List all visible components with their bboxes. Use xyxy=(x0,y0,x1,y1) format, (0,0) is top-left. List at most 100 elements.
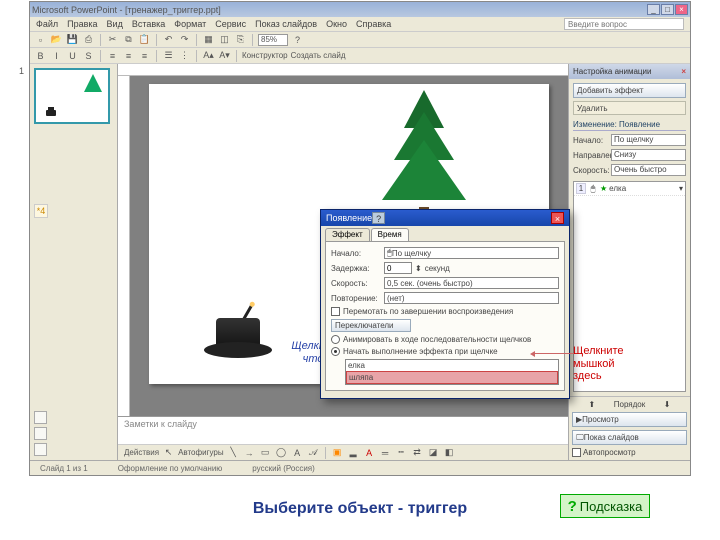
textbox-icon[interactable]: A xyxy=(291,446,304,459)
align-center-icon[interactable]: ≡ xyxy=(122,49,135,62)
font-color-icon[interactable]: A xyxy=(363,446,376,459)
oval-icon[interactable]: ◯ xyxy=(275,446,288,459)
slideshow-view-icon[interactable] xyxy=(34,443,47,456)
status-template: Оформление по умолчанию xyxy=(118,464,223,473)
start-select[interactable]: По щелчку xyxy=(611,134,686,146)
arrow-style-icon[interactable]: ⇄ xyxy=(411,446,424,459)
copy-icon[interactable]: ⧉ xyxy=(122,33,135,46)
maximize-button[interactable]: □ xyxy=(661,4,674,15)
autoshapes-menu[interactable]: Автофигуры xyxy=(178,448,224,457)
new-slide-button[interactable]: Создать слайд xyxy=(291,51,346,60)
remove-effect-button[interactable]: Удалить xyxy=(573,101,686,115)
align-left-icon[interactable]: ≡ xyxy=(106,49,119,62)
tab-effect[interactable]: Эффект xyxy=(325,228,370,241)
trigger-option-selected[interactable]: шляпа xyxy=(346,371,558,384)
rect-icon[interactable]: ▭ xyxy=(259,446,272,459)
decrease-font-icon[interactable]: A▾ xyxy=(218,49,231,62)
help-search-input[interactable] xyxy=(564,18,684,30)
mouse-icon: 🖱 xyxy=(588,184,598,194)
speed-select[interactable]: Очень быстро xyxy=(611,164,686,176)
dlg-delay-input[interactable] xyxy=(384,262,412,274)
print-icon[interactable]: ⎙ xyxy=(82,33,95,46)
select-icon[interactable]: ↖ xyxy=(162,446,175,459)
underline-icon[interactable]: U xyxy=(66,49,79,62)
sorter-view-icon[interactable] xyxy=(34,427,47,440)
slideshow-button[interactable]: 🖵 Показ слайдов xyxy=(572,430,687,445)
rewind-checkbox[interactable] xyxy=(331,307,340,316)
hat-icon xyxy=(46,110,56,116)
arrow-icon[interactable]: → xyxy=(243,446,256,459)
menu-insert[interactable]: Вставка xyxy=(132,19,165,29)
help-icon[interactable]: ? xyxy=(291,33,304,46)
add-effect-button[interactable]: Добавить эффект xyxy=(573,83,686,98)
3d-style-icon[interactable]: ◧ xyxy=(443,446,456,459)
save-icon[interactable]: 💾 xyxy=(66,33,79,46)
trigger-object-list[interactable]: елка шляпа Фигура 3: Щелкните мышкой... xyxy=(345,359,559,385)
trigger-option[interactable]: елка xyxy=(346,360,558,371)
hyperlink-icon[interactable]: ⎘ xyxy=(234,33,247,46)
zoom-combo[interactable]: 85% xyxy=(258,34,288,46)
dlg-speed-select[interactable]: 0,5 сек. (очень быстро) xyxy=(384,277,559,289)
minimize-button[interactable]: _ xyxy=(647,4,660,15)
play-button[interactable]: ▶ Просмотр xyxy=(572,412,687,427)
align-right-icon[interactable]: ≡ xyxy=(138,49,151,62)
animation-indicator[interactable]: *4 xyxy=(34,204,48,218)
triggers-button[interactable]: Переключатели xyxy=(331,319,411,332)
wordart-icon[interactable]: 𝒜 xyxy=(307,446,320,459)
ruler-vertical xyxy=(118,76,130,416)
line-icon[interactable]: ╲ xyxy=(227,446,240,459)
line-color-icon[interactable]: ▂ xyxy=(347,446,360,459)
radio-sequence[interactable] xyxy=(331,335,340,344)
shadow-icon[interactable]: S xyxy=(82,49,95,62)
direction-select[interactable]: Снизу xyxy=(611,149,686,161)
tree-object[interactable] xyxy=(374,90,474,225)
menu-slideshow[interactable]: Показ слайдов xyxy=(255,19,317,29)
close-button[interactable]: × xyxy=(675,4,688,15)
status-bar: Слайд 1 из 1 Оформление по умолчанию рус… xyxy=(30,460,690,475)
dlg-start-select[interactable]: 🖱 По щелчку xyxy=(384,247,559,259)
increase-font-icon[interactable]: A▴ xyxy=(202,49,215,62)
paste-icon[interactable]: 📋 xyxy=(138,33,151,46)
dlg-repeat-select[interactable]: (нет) xyxy=(384,292,559,304)
menu-tools[interactable]: Сервис xyxy=(215,19,246,29)
slide-thumbnail[interactable] xyxy=(34,68,110,124)
menu-file[interactable]: Файл xyxy=(36,19,58,29)
menu-format[interactable]: Формат xyxy=(174,19,206,29)
open-icon[interactable]: 📂 xyxy=(50,33,63,46)
normal-view-icon[interactable] xyxy=(34,411,47,424)
undo-icon[interactable]: ↶ xyxy=(162,33,175,46)
menu-edit[interactable]: Правка xyxy=(67,19,97,29)
menu-window[interactable]: Окно xyxy=(326,19,347,29)
taskpane-close-icon[interactable]: × xyxy=(681,67,686,76)
dialog-close-icon[interactable]: × xyxy=(551,212,564,224)
hint-button[interactable]: ? Подсказка xyxy=(560,494,650,518)
bullets-icon[interactable]: ☰ xyxy=(162,49,175,62)
chart-icon[interactable]: ◫ xyxy=(218,33,231,46)
trigger-option[interactable]: Фигура 3: Щелкните мышкой... xyxy=(346,384,558,385)
bold-icon[interactable]: B xyxy=(34,49,47,62)
dialog-titlebar[interactable]: Появление ? × xyxy=(321,210,569,226)
numbering-icon[interactable]: ⋮ xyxy=(178,49,191,62)
italic-icon[interactable]: I xyxy=(50,49,63,62)
shadow-style-icon[interactable]: ◪ xyxy=(427,446,440,459)
autopreview-checkbox[interactable] xyxy=(572,448,581,457)
dialog-help-icon[interactable]: ? xyxy=(372,212,385,224)
dlg-delay-label: Задержка: xyxy=(331,264,381,273)
menu-help[interactable]: Справка xyxy=(356,19,391,29)
design-button[interactable]: Конструктор xyxy=(242,51,288,60)
instruction-callout: Щелкнитемышкойздесь xyxy=(573,345,648,383)
table-icon[interactable]: ▦ xyxy=(202,33,215,46)
standard-toolbar: ▫ 📂 💾 ⎙ ✂ ⧉ 📋 ↶ ↷ ▦ ◫ ⎘ 85% ? xyxy=(30,32,690,48)
cut-icon[interactable]: ✂ xyxy=(106,33,119,46)
new-icon[interactable]: ▫ xyxy=(34,33,47,46)
notes-pane[interactable]: Заметки к слайду xyxy=(118,416,568,444)
tab-timing[interactable]: Время xyxy=(371,228,409,241)
fill-color-icon[interactable]: ▣ xyxy=(331,446,344,459)
effect-item[interactable]: 1 🖱 ★ елка ▾ xyxy=(574,182,685,196)
redo-icon[interactable]: ↷ xyxy=(178,33,191,46)
line-style-icon[interactable]: ═ xyxy=(379,446,392,459)
dash-style-icon[interactable]: ┅ xyxy=(395,446,408,459)
radio-onclick[interactable] xyxy=(331,347,340,356)
menu-view[interactable]: Вид xyxy=(107,19,123,29)
draw-menu[interactable]: Действия xyxy=(124,448,159,457)
